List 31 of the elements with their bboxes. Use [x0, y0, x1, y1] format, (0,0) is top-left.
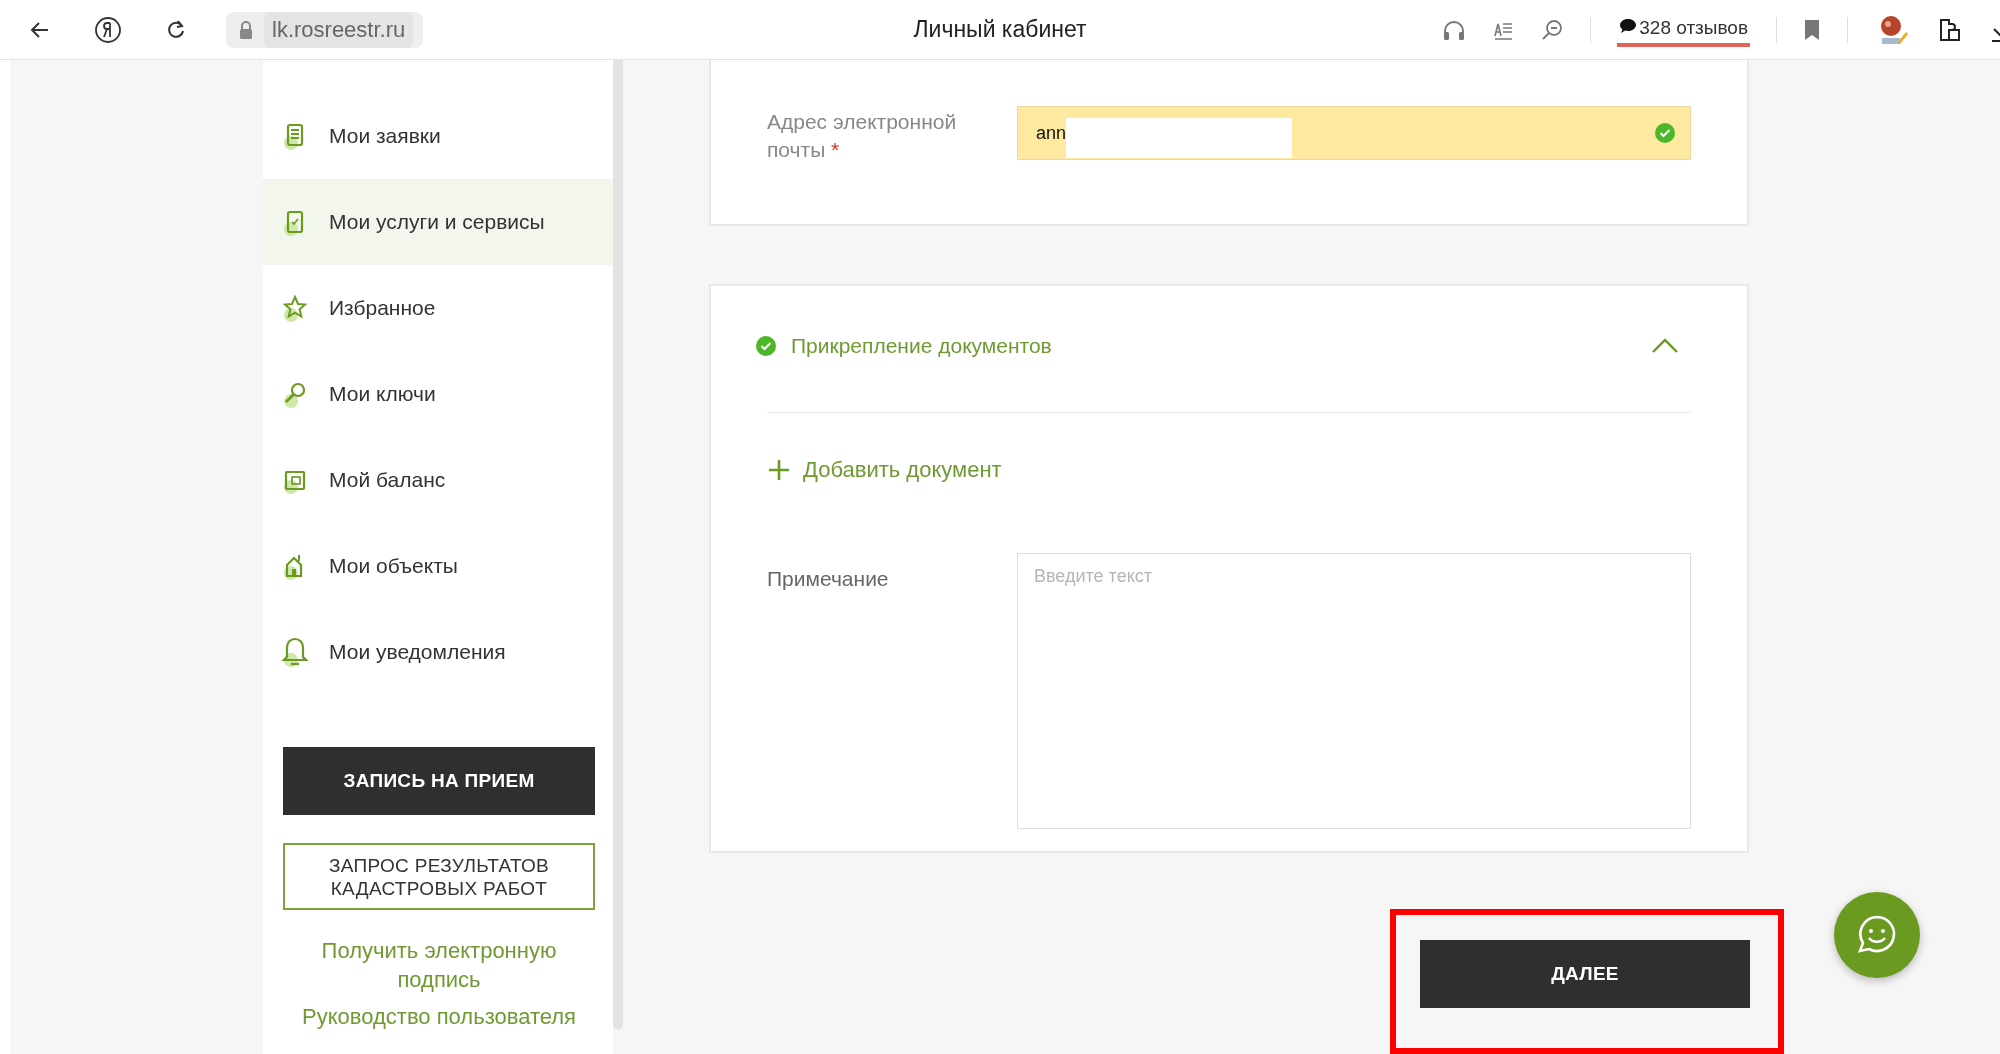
appointment-button[interactable]: ЗАПИСЬ НА ПРИЕМ [283, 747, 595, 815]
zoom-out-icon[interactable] [1540, 17, 1565, 42]
reviews-button[interactable]: 328 отзывов [1617, 16, 1750, 47]
speech-bubble-icon [1619, 16, 1638, 35]
field-label: Адрес электронной почты * [767, 109, 958, 163]
sidebar-item[interactable]: Мой баланс [263, 437, 613, 523]
sidebar-item[interactable]: Мои заявки [263, 93, 613, 179]
star-icon [281, 293, 309, 323]
address-text: lk.rosreestr.ru [264, 11, 414, 48]
browser-logo-icon[interactable] [94, 15, 122, 44]
sidebar-item[interactable]: Избранное [263, 265, 613, 351]
request-button[interactable]: ЗАПРОС РЕЗУЛЬТАТОВ КАДАСТРОВЫХ РАБОТ [283, 843, 595, 910]
sidebar-item[interactable]: Мои услуги и сервисы [263, 179, 613, 265]
chat-button[interactable] [1834, 892, 1920, 978]
chevron-icon[interactable] [1651, 336, 1679, 355]
headphones-icon[interactable] [1442, 18, 1467, 41]
email-field[interactable]: ann [1017, 106, 1691, 160]
address-bar[interactable]: lk.rosreestr.ru [226, 11, 424, 48]
lock-icon [238, 19, 254, 40]
field-label: Примечание [767, 565, 890, 592]
scrollbar-track[interactable] [613, 60, 623, 1030]
bell-icon [281, 636, 309, 668]
sidebar-item[interactable]: Мои уведомления [263, 609, 613, 695]
bookmark-icon[interactable] [1803, 18, 1821, 41]
section-title: Прикрепление документов [791, 333, 1052, 358]
note-field[interactable]: Введите текст [1017, 552, 1691, 829]
plus-icon [767, 457, 791, 482]
page-title: Личный кабинет [912, 16, 1088, 43]
sidebar-item[interactable]: Мои ключи [263, 351, 613, 437]
next-button[interactable]: ДАЛЕЕ [1420, 940, 1750, 1008]
sidebar-item[interactable]: Мои объекты [263, 523, 613, 609]
